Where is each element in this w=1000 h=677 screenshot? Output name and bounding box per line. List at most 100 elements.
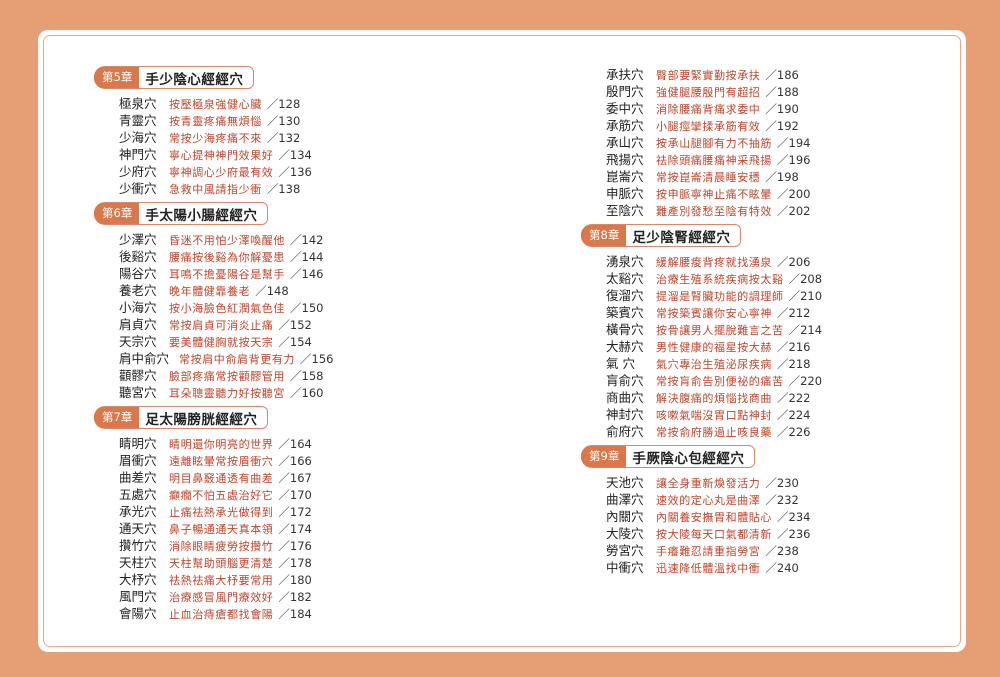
toc-entry[interactable]: 承扶穴 臀部要緊實勤按承扶 ／186 <box>581 66 961 83</box>
acupoint-description: 治療生殖系統疾病按太谿 <box>656 273 784 286</box>
toc-entry[interactable]: 湧泉穴 緩解腰痠背疼就找湧泉 ／206 <box>581 253 961 270</box>
toc-entry[interactable]: 崑崙穴 常按崑崙清晨睡安穩 ／198 <box>581 168 961 185</box>
chapter-section: 第5章 手少陰心經經穴 極泉穴 按壓極泉強健心臟 ／128 青靈穴 按青靈疼痛無煩惱 ／130… <box>94 66 474 197</box>
acupoint-description: 小腿痙攣揉承筋有效 <box>656 120 761 133</box>
toc-entry[interactable]: 神門穴 寧心提神神門效果好 ／134 <box>94 146 474 163</box>
toc-entry[interactable]: 通天穴 鼻子暢通通天真本領 ／174 <box>94 520 474 537</box>
page-number: ／236 <box>777 527 811 541</box>
acupoint-name: 肓俞穴 <box>606 373 644 388</box>
acupoint-description: 常按少海疼痛不來 <box>169 132 262 145</box>
acupoint-name: 少衝穴 <box>119 181 157 196</box>
toc-entry[interactable]: 承筋穴 小腿痙攣揉承筋有效 ／192 <box>581 117 961 134</box>
page-number: ／224 <box>777 408 811 422</box>
acupoint-description: 咳嗽氣喘沒胃口點神封 <box>656 409 772 422</box>
toc-entry[interactable]: 天宗穴 要美體健胸就按天宗 ／154 <box>94 333 474 350</box>
acupoint-description: 止血治痔瘡都找會陽 <box>169 608 274 621</box>
toc-entry[interactable]: 攢竹穴 消除眼睛疲勞按攢竹 ／176 <box>94 537 474 554</box>
toc-entry[interactable]: 後谿穴 腰痛按後谿為你解憂患 ／144 <box>94 248 474 265</box>
toc-entry[interactable]: 眉衝穴 遠離眩暈常按眉衝穴 ／166 <box>94 452 474 469</box>
toc-entry[interactable]: 內關穴 內關養安撫胃和體貼心 ／234 <box>581 508 961 525</box>
acupoint-description: 迅速降低體溫找中衝 <box>656 562 761 575</box>
toc-entry[interactable]: 殷門穴 強健腿腰殷門有超招 ／188 <box>581 83 961 100</box>
page-number: ／160 <box>290 386 324 400</box>
toc-entry[interactable]: 青靈穴 按青靈疼痛無煩惱 ／130 <box>94 112 474 129</box>
toc-entry[interactable]: 肩貞穴 常按肩貞可消炎止痛 ／152 <box>94 316 474 333</box>
page-number: ／190 <box>765 102 799 116</box>
acupoint-name: 少澤穴 <box>119 232 157 247</box>
toc-entry[interactable]: 小海穴 按小海臉色紅潤氣色佳 ／150 <box>94 299 474 316</box>
toc-entry[interactable]: 承光穴 止痛祛熱承光做得到 ／172 <box>94 503 474 520</box>
toc-entry[interactable]: 少澤穴 昏迷不用怕少澤喚醒他 ／142 <box>94 231 474 248</box>
toc-entry[interactable]: 曲澤穴 速效的定心丸是曲澤 ／232 <box>581 491 961 508</box>
toc-entry[interactable]: 肓俞穴 常按肓俞告別便祕的痛苦 ／220 <box>581 372 961 389</box>
toc-entry[interactable]: 五處穴 癲癇不怕五處治好它 ／170 <box>94 486 474 503</box>
acupoint-name: 顴髎穴 <box>119 368 157 383</box>
acupoint-name: 承光穴 <box>119 504 157 519</box>
toc-entry[interactable]: 大杼穴 祛熱祛痛大杼要常用 ／180 <box>94 571 474 588</box>
acupoint-description: 手癢難忍請重指勞宮 <box>656 545 761 558</box>
acupoint-description: 常按肩中俞肩背更有力 <box>179 353 295 366</box>
acupoint-name: 神封穴 <box>606 407 644 422</box>
page-number: ／136 <box>278 165 312 179</box>
toc-entry[interactable]: 委中穴 消除腰痛背痛求委中 ／190 <box>581 100 961 117</box>
acupoint-name: 俞府穴 <box>606 424 644 439</box>
toc-entry[interactable]: 承山穴 按承山腿腳有力不抽筋 ／194 <box>581 134 961 151</box>
acupoint-description: 難產別發愁至陰有特效 <box>656 205 772 218</box>
page-number: ／182 <box>278 590 312 604</box>
toc-entry[interactable]: 飛揚穴 祛除頭痛腰痛神采飛揚 ／196 <box>581 151 961 168</box>
acupoint-description: 按承山腿腳有力不抽筋 <box>656 137 772 150</box>
acupoint-name: 曲澤穴 <box>606 492 644 507</box>
page-number: ／144 <box>290 250 324 264</box>
toc-entry[interactable]: 太谿穴 治療生殖系統疾病按太谿 ／208 <box>581 270 961 287</box>
toc-entry[interactable]: 商曲穴 解決腹痛的煩惱找商曲 ／222 <box>581 389 961 406</box>
toc-entry[interactable]: 天柱穴 天柱幫助頭腦更清楚 ／178 <box>94 554 474 571</box>
toc-entry[interactable]: 少府穴 寧神調心少府最有效 ／136 <box>94 163 474 180</box>
toc-entry[interactable]: 神封穴 咳嗽氣喘沒胃口點神封 ／224 <box>581 406 961 423</box>
acupoint-name: 崑崙穴 <box>606 169 644 184</box>
acupoint-name: 青靈穴 <box>119 113 157 128</box>
toc-entry[interactable]: 橫骨穴 按骨讓男人擺脫難言之苦 ／214 <box>581 321 961 338</box>
acupoint-name: 復溜穴 <box>606 288 644 303</box>
toc-entry[interactable]: 至陰穴 難產別發愁至陰有特效 ／202 <box>581 202 961 219</box>
acupoint-description: 常按肓俞告別便祕的痛苦 <box>656 375 784 388</box>
toc-entry[interactable]: 少衝穴 急救中風請指少衝 ／138 <box>94 180 474 197</box>
page-number: ／186 <box>765 68 799 82</box>
acupoint-name: 聽宮穴 <box>119 385 157 400</box>
left-column: 第5章 手少陰心經經穴 極泉穴 按壓極泉強健心臟 ／128 青靈穴 按青靈疼痛無煩惱 ／130… <box>94 66 474 627</box>
toc-entry[interactable]: 顴髎穴 臉部疼痛常按顴髎管用 ／158 <box>94 367 474 384</box>
toc-entry[interactable]: 肩中俞穴 常按肩中俞肩背更有力 ／156 <box>94 350 474 367</box>
toc-entry[interactable]: 中衝穴 迅速降低體溫找中衝 ／240 <box>581 559 961 576</box>
toc-entry[interactable]: 養老穴 晚年體健靠養老 ／148 <box>94 282 474 299</box>
toc-entry[interactable]: 聽宮穴 耳朵聰靈聽力好按聽宮 ／160 <box>94 384 474 401</box>
page-number: ／166 <box>278 454 312 468</box>
toc-entry[interactable]: 大陵穴 按大陵每天口氣都清新 ／236 <box>581 525 961 542</box>
toc-entry[interactable]: 築賓穴 常按築賓讓你安心寧神 ／212 <box>581 304 961 321</box>
toc-entry[interactable]: 少海穴 常按少海疼痛不來 ／132 <box>94 129 474 146</box>
acupoint-description: 耳鳴不擔憂陽谷是幫手 <box>169 268 285 281</box>
acupoint-description: 按申脈寧神止痛不眩暈 <box>656 188 772 201</box>
page-number: ／212 <box>777 306 811 320</box>
toc-entry[interactable]: 風門穴 治療感冒風門療效好 ／182 <box>94 588 474 605</box>
toc-entry[interactable]: 勞宮穴 手癢難忍請重指勞宮 ／238 <box>581 542 961 559</box>
toc-entry[interactable]: 氣 穴 氣穴專治生殖泌尿疾病 ／218 <box>581 355 961 372</box>
acupoint-description: 寧神調心少府最有效 <box>169 166 274 179</box>
chapter-title: 足太陽膀胱經經穴 <box>145 411 258 428</box>
toc-entry[interactable]: 陽谷穴 耳鳴不擔憂陽谷是幫手 ／146 <box>94 265 474 282</box>
page-number: ／222 <box>777 391 811 405</box>
chapter-heading: 第8章 足少陰腎經經穴 <box>581 224 742 247</box>
toc-entry[interactable]: 睛明穴 睛明還你明亮的世界 ／164 <box>94 435 474 452</box>
toc-entry[interactable]: 大赫穴 男性健康的福星按大赫 ／216 <box>581 338 961 355</box>
toc-entry[interactable]: 俞府穴 常按俞府勝過止咳良藥 ／226 <box>581 423 961 440</box>
toc-entry[interactable]: 申脈穴 按申脈寧神止痛不眩暈 ／200 <box>581 185 961 202</box>
acupoint-name: 橫骨穴 <box>606 322 644 337</box>
toc-entry[interactable]: 復溜穴 提溜是腎臟功能的調理師 ／210 <box>581 287 961 304</box>
page-number: ／202 <box>777 204 811 218</box>
toc-entry[interactable]: 曲差穴 明目鼻竅通透有曲差 ／167 <box>94 469 474 486</box>
toc-entry[interactable]: 極泉穴 按壓極泉強健心臟 ／128 <box>94 95 474 112</box>
acupoint-name: 大陵穴 <box>606 526 644 541</box>
toc-entry[interactable]: 會陽穴 止血治痔瘡都找會陽 ／184 <box>94 605 474 622</box>
acupoint-description: 解決腹痛的煩惱找商曲 <box>656 392 772 405</box>
page-number: ／150 <box>290 301 324 315</box>
toc-entry[interactable]: 天池穴 讓全身重新煥發活力 ／230 <box>581 474 961 491</box>
acupoint-name: 氣 穴 <box>606 356 635 371</box>
